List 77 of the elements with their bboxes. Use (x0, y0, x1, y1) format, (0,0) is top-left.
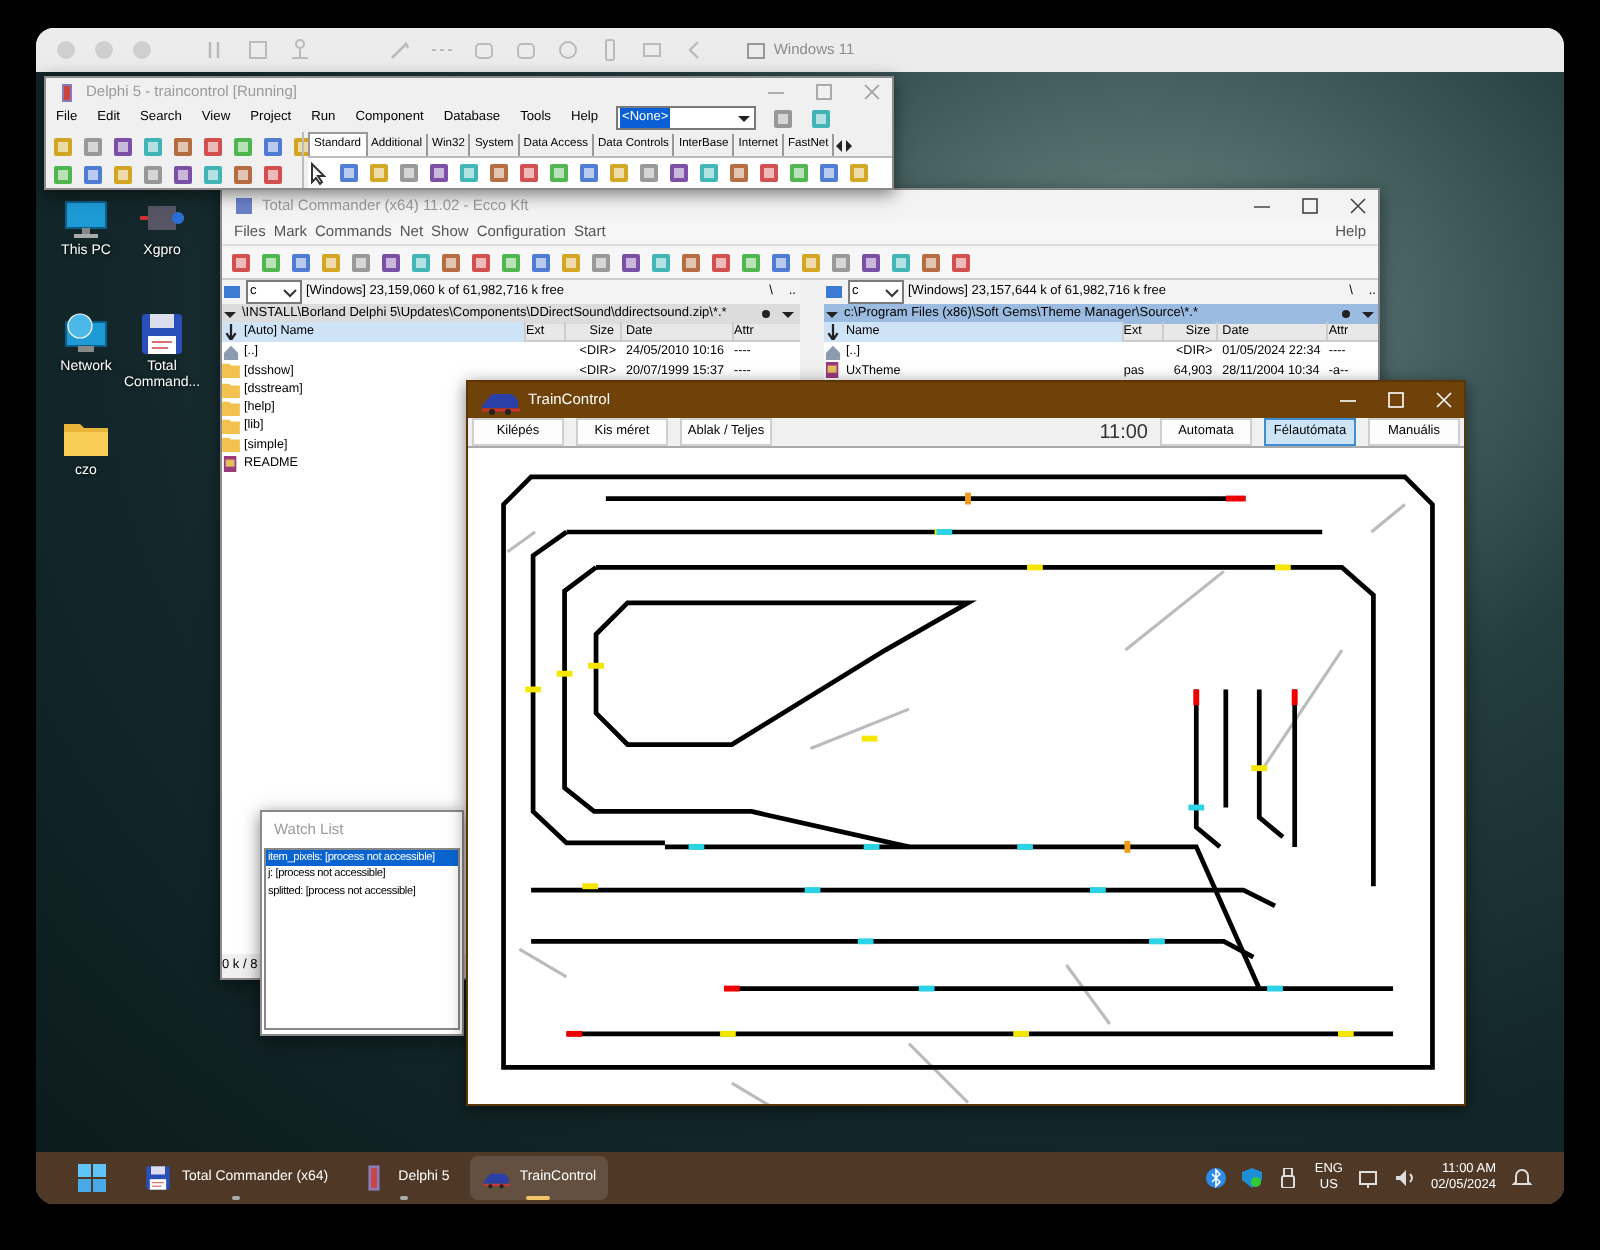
floppy-icon[interactable] (138, 312, 186, 356)
toolbar-icon[interactable] (338, 162, 360, 184)
toolbar-icon[interactable] (950, 251, 972, 273)
toolbar-icon[interactable] (830, 251, 852, 273)
toolbar-icon[interactable] (440, 251, 462, 273)
toolbar-icon[interactable] (818, 162, 840, 184)
toolbar-icon[interactable] (470, 251, 492, 273)
app-icon (234, 195, 254, 215)
toolbar-icon[interactable] (680, 251, 702, 273)
toolbar-icon[interactable] (500, 251, 522, 273)
toolbar-icon[interactable] (590, 251, 612, 273)
app-icon (58, 81, 78, 101)
file-icon (824, 362, 842, 379)
close-icon[interactable] (1350, 197, 1366, 213)
toolbar-icon[interactable] (740, 251, 762, 273)
toolbar-icon[interactable] (112, 135, 134, 157)
sort-arrow-icon (222, 324, 240, 341)
toolbar-icon[interactable] (488, 162, 510, 184)
volume-icon[interactable] (1394, 1168, 1415, 1188)
toolbar-icon[interactable] (290, 251, 312, 273)
usb-icon[interactable] (1278, 1168, 1299, 1188)
toolbar-icon[interactable] (728, 162, 750, 184)
network-status-icon[interactable] (1358, 1168, 1379, 1188)
network-icon[interactable] (62, 312, 110, 356)
toolbar-icon[interactable] (398, 162, 420, 184)
toolbar-icon[interactable] (262, 135, 284, 157)
toolbar-icon[interactable] (202, 135, 224, 157)
notification-icon[interactable] (1512, 1168, 1532, 1188)
scroll-arrows-icon[interactable] (834, 136, 855, 156)
toolbar-icon[interactable] (230, 251, 252, 273)
toolbar-icon[interactable] (350, 251, 372, 273)
toolbar-icon[interactable] (260, 251, 282, 273)
toolbar-icon[interactable] (920, 251, 942, 273)
pointer-icon[interactable] (308, 161, 330, 185)
toolbar-icon[interactable] (772, 107, 795, 129)
floppy-icon[interactable] (144, 1164, 172, 1192)
toolbar-icon[interactable] (458, 162, 480, 184)
toolbar-icon[interactable] (428, 162, 450, 184)
toolbar-icon[interactable] (758, 162, 780, 184)
toolbar-icon[interactable] (620, 251, 642, 273)
start-icon[interactable] (76, 1162, 108, 1194)
dropdown-icon (282, 285, 298, 299)
toolbar-icon[interactable] (82, 163, 104, 185)
toolbar-icon[interactable] (380, 251, 402, 273)
dropdown-icon[interactable] (780, 307, 796, 321)
toolbar-icon[interactable] (142, 163, 164, 185)
toolbar-icon[interactable] (172, 135, 194, 157)
toolbar-icon[interactable] (518, 162, 540, 184)
toolbar-icon[interactable] (232, 163, 254, 185)
clock-text: 11:00 (1099, 421, 1148, 443)
sort-arrow-icon (824, 324, 842, 341)
toolbar-icon[interactable] (578, 162, 600, 184)
drive-icon (824, 282, 844, 302)
maximize-icon[interactable] (1302, 197, 1318, 213)
toolbar-icon[interactable] (710, 251, 732, 273)
dropdown-icon[interactable] (1360, 307, 1376, 321)
toolbar-icon[interactable] (530, 251, 552, 273)
toolbar-icon[interactable] (788, 162, 810, 184)
toolbar-icon[interactable] (172, 163, 194, 185)
dropdown-icon (884, 285, 900, 299)
file-icon (222, 455, 240, 472)
dropdown-icon (824, 307, 840, 321)
shield-icon[interactable] (1242, 1168, 1263, 1188)
toolbar-icon[interactable] (770, 251, 792, 273)
toolbar-icon[interactable] (262, 163, 284, 185)
toolbar-icon[interactable] (548, 162, 570, 184)
toolbar-icon[interactable] (698, 162, 720, 184)
dropdown-icon (222, 307, 238, 321)
dropdown-icon (736, 111, 753, 125)
drive-icon (222, 282, 242, 302)
toolbar-icon[interactable] (82, 135, 104, 157)
toolbar-icon[interactable] (668, 162, 690, 184)
toolbar-icon[interactable] (638, 162, 660, 184)
window-icon (745, 41, 766, 59)
bluetooth-icon[interactable] (1206, 1168, 1227, 1188)
monitor-icon[interactable] (62, 196, 110, 240)
toolbar-icon[interactable] (860, 251, 882, 273)
